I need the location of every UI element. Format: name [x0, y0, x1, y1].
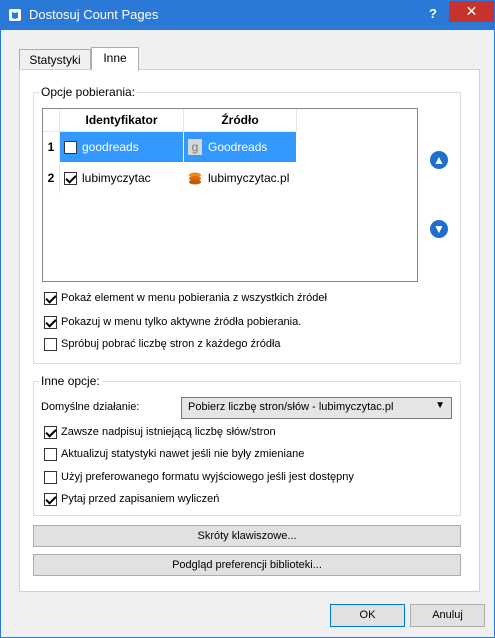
title-bar[interactable]: Dostosuj Count Pages ? ✕	[1, 1, 494, 30]
arrow-down-icon: ▼	[433, 222, 445, 236]
help-button[interactable]: ?	[423, 4, 443, 24]
sources-table[interactable]: Identyfikator Źródło 1 goodreads g Goodr…	[42, 108, 418, 282]
tab-label: Inne	[103, 51, 127, 65]
source-id: goodreads	[82, 140, 139, 154]
close-button[interactable]: ✕	[449, 1, 494, 22]
source-name: lubimyczytac.pl	[208, 171, 290, 185]
option-label: Zawsze nadpisuj istniejącą liczbę słów/s…	[61, 426, 276, 438]
cancel-button[interactable]: Anuluj	[410, 604, 485, 627]
column-header-identyfikator[interactable]: Identyfikator	[60, 109, 184, 132]
lubimyczytac-icon	[189, 172, 201, 185]
option-label: Aktualizuj statystyki nawet jeśli nie by…	[61, 448, 305, 460]
tab-statystyki[interactable]: Statystyki	[19, 49, 91, 71]
table-cell-source[interactable]: g Goodreads	[184, 132, 296, 162]
checkbox[interactable]	[44, 338, 57, 351]
dialog-window: Dostosuj Count Pages ? ✕ Statystyki Inne…	[0, 0, 495, 638]
row-checkbox[interactable]	[64, 141, 77, 154]
checkbox[interactable]	[44, 448, 57, 461]
book-icon	[9, 9, 21, 21]
chevron-down-icon: ▼	[435, 400, 445, 411]
select-value: Pobierz liczbę stron/słów - lubimyczytac…	[188, 401, 394, 413]
library-preferences-button[interactable]: Podgląd preferencji biblioteki...	[33, 554, 461, 576]
default-action-select[interactable]: Pobierz liczbę stron/słów - lubimyczytac…	[181, 397, 452, 419]
option-label: Pokazuj w menu tylko aktywne źródła pobi…	[61, 316, 302, 328]
checkbox[interactable]	[44, 471, 57, 484]
keyboard-shortcuts-button[interactable]: Skróty klawiszowe...	[33, 525, 461, 547]
arrow-up-icon: ▲	[433, 153, 445, 167]
corner-header	[43, 109, 60, 132]
option-label: Spróbuj pobrać liczbę stron z każdego źr…	[61, 338, 281, 350]
checkbox[interactable]	[44, 316, 57, 329]
row-number[interactable]: 2	[43, 163, 60, 193]
table-row[interactable]: goodreads	[60, 132, 183, 162]
checkbox[interactable]	[44, 426, 57, 439]
checkbox[interactable]	[44, 493, 57, 506]
other-options-title: Inne opcje:	[39, 374, 102, 388]
default-action-label: Domyślne działanie:	[41, 401, 140, 413]
goodreads-icon: g	[188, 139, 202, 155]
row-number[interactable]: 1	[43, 132, 60, 162]
row-checkbox[interactable]	[64, 172, 77, 185]
source-name: Goodreads	[208, 140, 268, 154]
move-down-button[interactable]: ▼	[430, 220, 448, 238]
ok-button[interactable]: OK	[330, 604, 405, 627]
download-options-title: Opcje pobierania:	[39, 85, 138, 99]
move-up-button[interactable]: ▲	[430, 151, 448, 169]
tab-inne[interactable]: Inne	[91, 47, 139, 71]
table-row[interactable]: lubimyczytac	[60, 163, 183, 193]
source-id: lubimyczytac	[82, 171, 151, 185]
window-title: Dostosuj Count Pages	[29, 7, 159, 22]
option-label: Pytaj przed zapisaniem wyliczeń	[61, 493, 220, 505]
column-header-zrodlo[interactable]: Źródło	[184, 109, 297, 132]
option-label: Pokaż element w menu pobierania z wszyst…	[61, 292, 327, 304]
table-cell-source[interactable]: lubimyczytac.pl	[184, 163, 296, 193]
checkbox[interactable]	[44, 292, 57, 305]
option-label: Użyj preferowanego formatu wyjściowego j…	[61, 471, 354, 483]
tab-label: Statystyki	[29, 53, 81, 67]
